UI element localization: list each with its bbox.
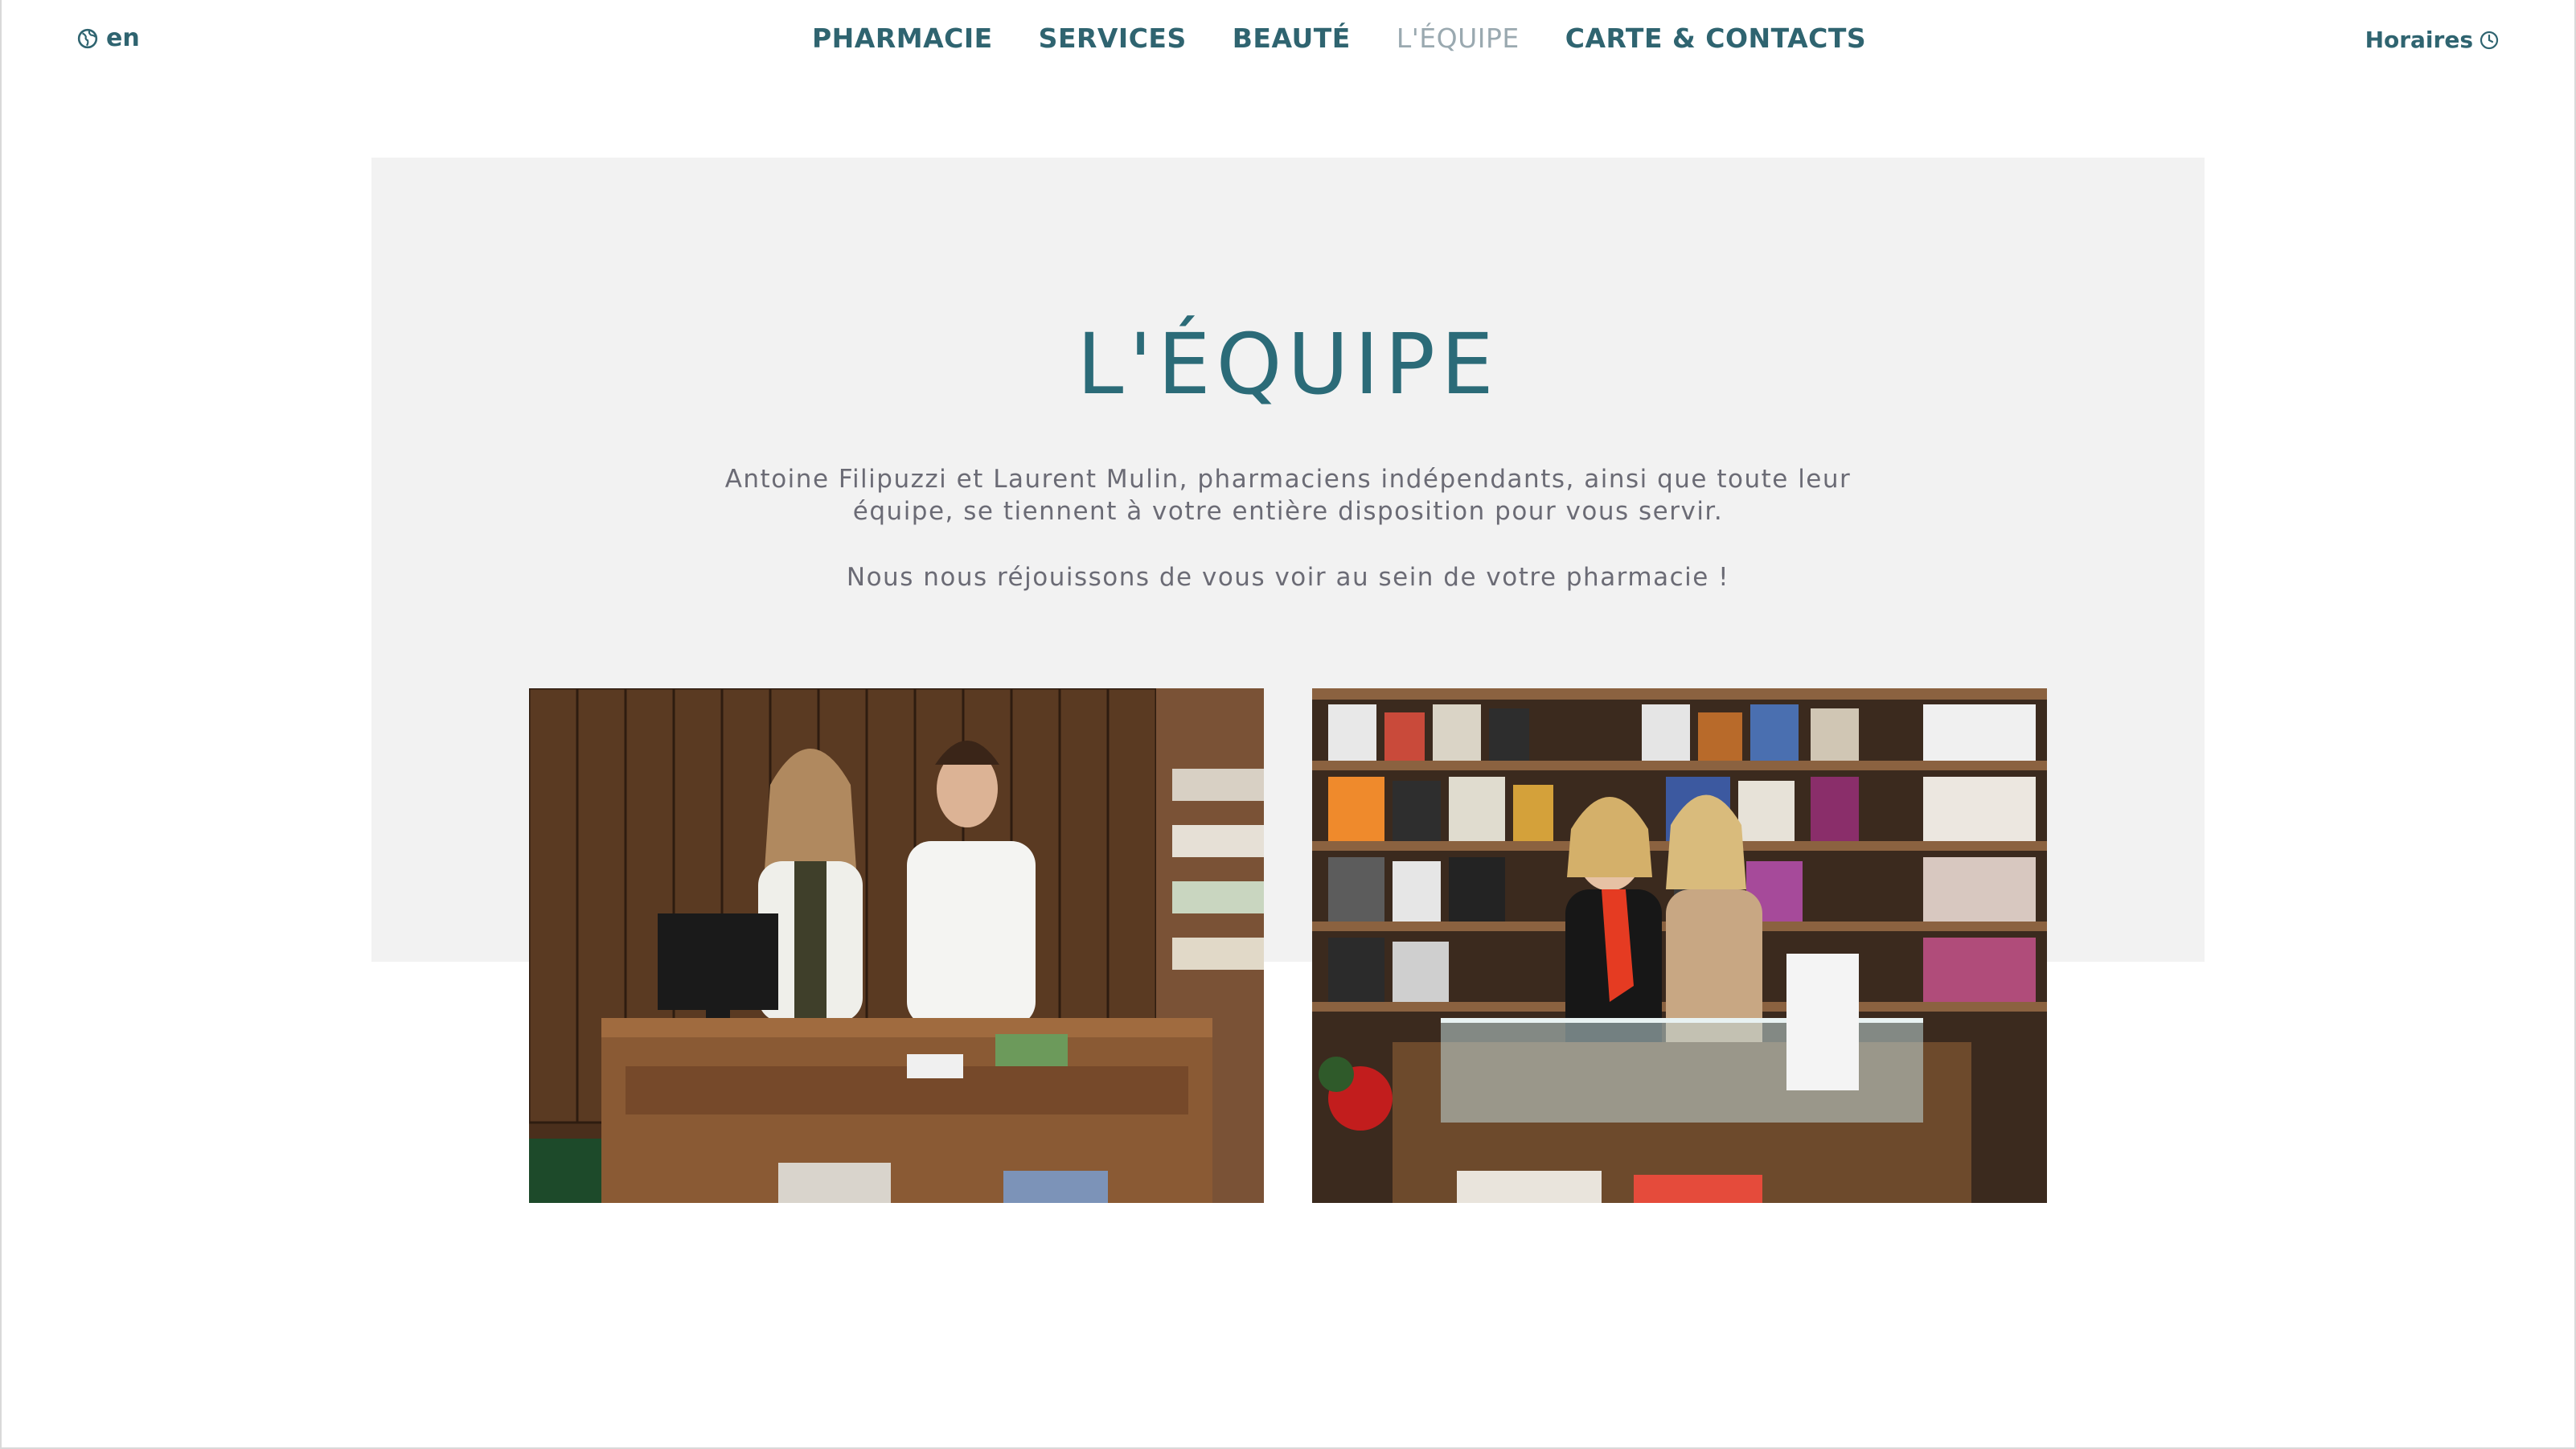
intro-text: Antoine Filipuzzi et Laurent Mulin, phar… [724,465,1852,526]
nav-item-services[interactable]: SERVICES [1039,23,1187,54]
page-title: L'ÉQUIPE [1077,315,1499,413]
globe-icon [77,28,98,48]
clock-icon [2480,31,2499,49]
hours-link[interactable]: Horaires [2365,27,2499,53]
main-nav: PHARMACIE SERVICES BEAUTÉ L'ÉQUIPE CARTE… [812,23,1866,54]
nav-item-equipe[interactable]: L'ÉQUIPE [1397,23,1520,54]
closing-text: Nous nous réjouissons de vous voir au se… [846,563,1730,592]
nav-item-carte-contacts[interactable]: CARTE & CONTACTS [1565,23,1866,54]
nav-item-beaute[interactable]: BEAUTÉ [1233,23,1351,54]
hours-label: Horaires [2365,27,2473,53]
team-photo-beauty [1312,688,2047,1203]
nav-item-pharmacie[interactable]: PHARMACIE [812,23,993,54]
language-switcher[interactable]: en [77,24,140,52]
language-label: en [106,24,140,52]
team-photo-counter [529,688,1264,1203]
